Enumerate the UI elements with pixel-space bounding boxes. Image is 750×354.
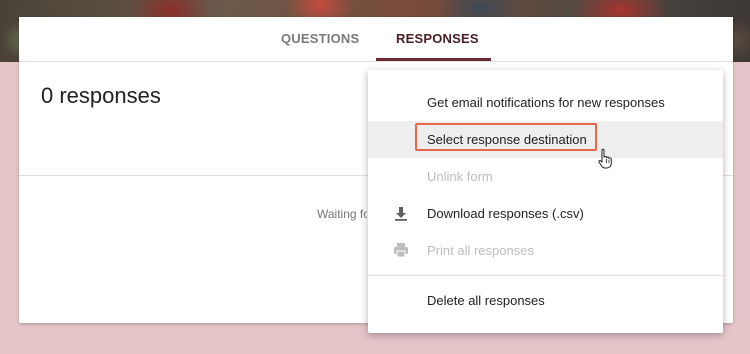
waiting-text: Waiting for responses (317, 207, 367, 221)
menu-item-label: Unlink form (427, 169, 493, 184)
menu-item-label: Get email notifications for new response… (427, 95, 665, 110)
response-count: 0 responses (41, 83, 161, 108)
menu-item-download-csv[interactable]: Download responses (.csv) (368, 195, 723, 232)
menu-item-label: Print all responses (427, 243, 534, 258)
tab-bar: QUESTIONS RESPONSES (19, 17, 733, 62)
print-icon (394, 243, 408, 258)
hand-cursor-icon (598, 148, 612, 169)
tab-responses[interactable]: RESPONSES (396, 31, 479, 46)
menu-divider (368, 275, 723, 276)
menu-item-select-destination[interactable]: Select response destination (368, 121, 723, 158)
active-tab-indicator (376, 58, 491, 61)
menu-item-unlink-form: Unlink form (368, 158, 723, 195)
menu-item-print-all: Print all responses (368, 232, 723, 269)
menu-item-label: Download responses (.csv) (427, 206, 584, 221)
menu-item-label: Select response destination (427, 132, 587, 147)
menu-item-label: Delete all responses (427, 293, 545, 308)
responses-menu: Get email notifications for new response… (368, 70, 723, 333)
download-icon (395, 207, 407, 221)
menu-item-delete-all[interactable]: Delete all responses (368, 282, 723, 319)
tab-questions[interactable]: QUESTIONS (281, 31, 359, 46)
menu-item-email-notifications[interactable]: Get email notifications for new response… (368, 84, 723, 121)
